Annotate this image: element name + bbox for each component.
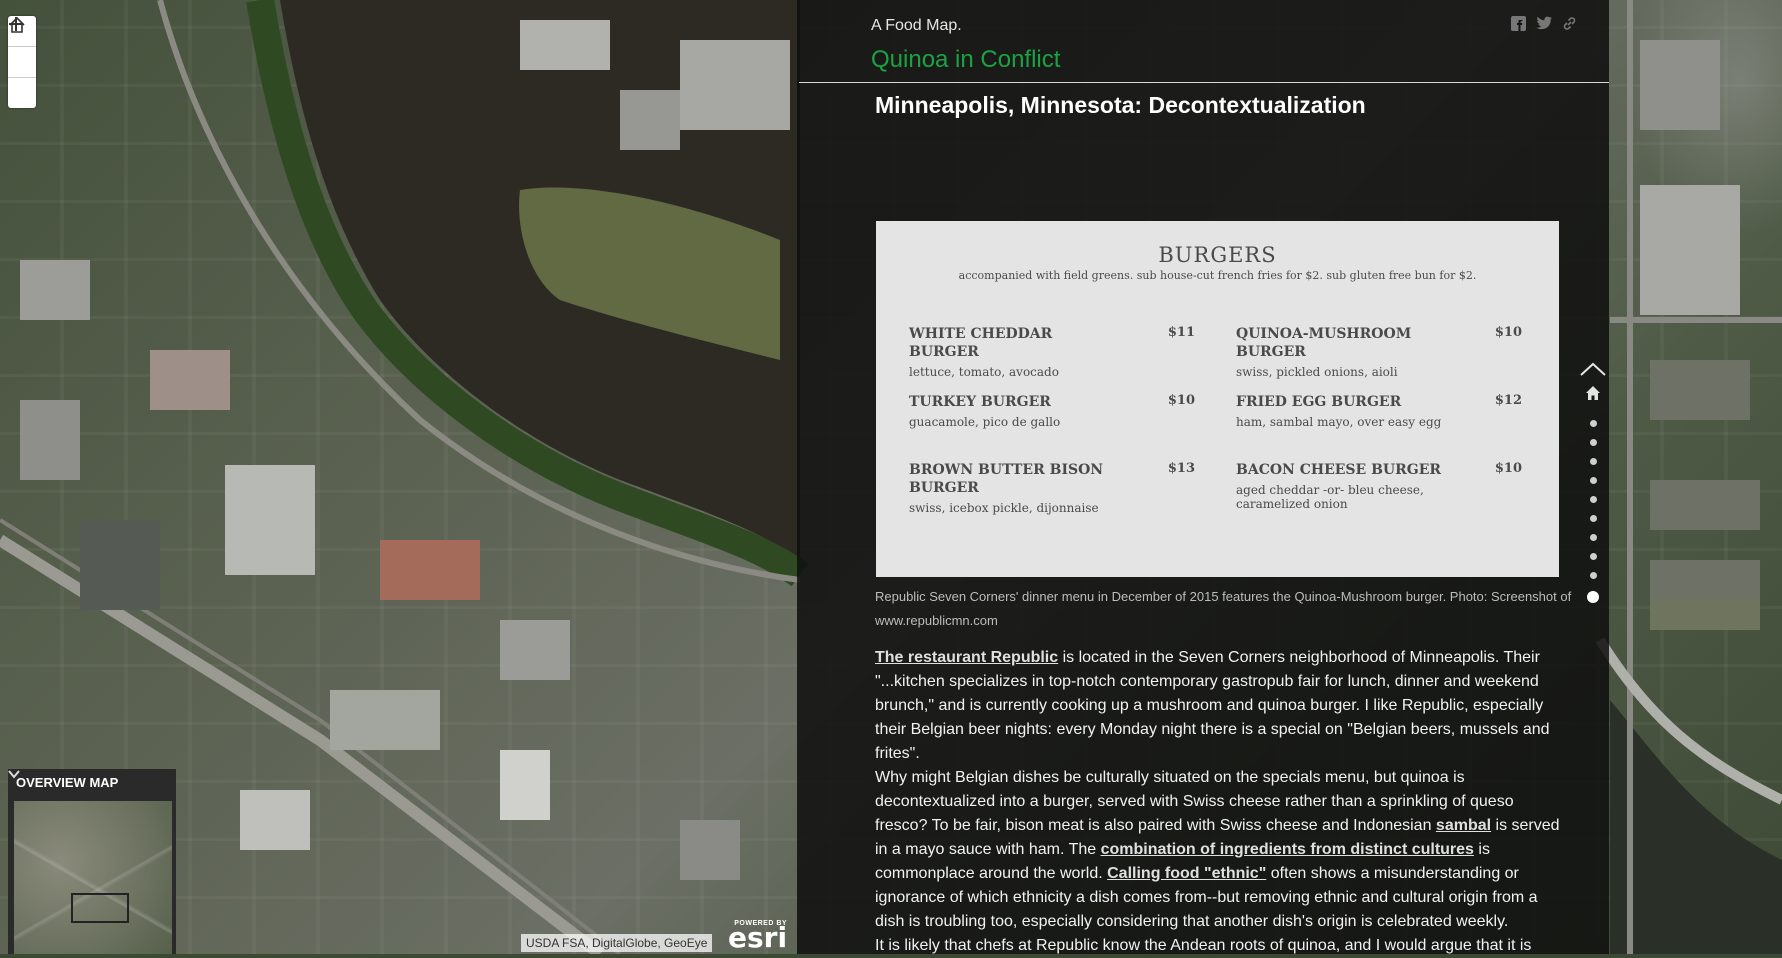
building <box>20 400 80 480</box>
story-body: The restaurant Republic is located in th… <box>875 646 1565 958</box>
section-dot[interactable] <box>1589 496 1597 503</box>
menu-item: TURKEY BURGER $10 guacamole, pico de gal… <box>909 393 1195 429</box>
menu-item: BACON CHEESE BURGER $10 aged cheddar -or… <box>1236 461 1522 511</box>
menu-item-price: $11 <box>1167 325 1195 340</box>
parking-lot <box>80 520 160 610</box>
section-dot[interactable] <box>1589 515 1597 522</box>
menu-item: WHITE CHEDDAR BURGER $11 lettuce, tomato… <box>909 325 1195 379</box>
building-east <box>1640 40 1720 130</box>
building <box>20 260 90 320</box>
esri-wordmark: esri <box>728 921 788 954</box>
menu-item: FRIED EGG BURGER $12 ham, sambal mayo, o… <box>1236 393 1522 429</box>
building-east <box>1640 185 1740 315</box>
menu-item-name: TURKEY BURGER <box>909 394 1051 410</box>
image-caption: Republic Seven Corners' dinner menu in D… <box>875 589 1572 628</box>
menu-item-desc: ham, sambal mayo, over easy egg <box>1236 415 1442 429</box>
chevron-down-icon <box>8 770 20 779</box>
menu-item-name: FRIED EGG BURGER <box>1236 394 1402 410</box>
story-navigation <box>1576 362 1610 609</box>
menu-item-price: $10 <box>1494 325 1522 340</box>
section-dot[interactable] <box>1589 534 1597 541</box>
menu-item-price: $12 <box>1494 393 1522 408</box>
header-divider <box>799 82 1609 83</box>
section-dot[interactable] <box>1589 439 1597 446</box>
story-title: Quinoa in Conflict <box>871 46 1061 73</box>
building-east <box>1650 480 1760 530</box>
section-dot[interactable] <box>1589 477 1597 484</box>
paragraph-1: The restaurant Republic is located in th… <box>875 646 1565 766</box>
minus-icon <box>9 23 23 25</box>
building-east <box>1650 600 1760 630</box>
menu-item-price: $10 <box>1167 393 1195 408</box>
menu-item-desc: lettuce, tomato, avocado <box>909 365 1059 379</box>
building <box>680 40 790 130</box>
menu-item-name: BACON CHEESE BURGER <box>1236 462 1442 478</box>
paragraph-2: Why might Belgian dishes be culturally s… <box>875 766 1565 934</box>
map-attribution: USDA FSA, DigitalGlobe, GeoEye <box>521 934 713 952</box>
previous-section-button[interactable] <box>1580 362 1606 381</box>
building <box>500 750 550 820</box>
overview-map-toggle[interactable]: OVERVIEW MAP <box>8 769 176 795</box>
building <box>380 540 480 600</box>
building <box>680 820 740 880</box>
menu-item: BROWN BUTTER BISON BURGER $13 swiss, ice… <box>909 461 1195 515</box>
section-dot[interactable] <box>1587 591 1599 603</box>
ethnic-food-link[interactable]: Calling food "ethnic" <box>1107 865 1266 882</box>
menu-item-desc: guacamole, pico de gallo <box>909 415 1061 429</box>
menu-item-name: QUINOA-MUSHROOM BURGER <box>1236 326 1412 360</box>
paragraph-2-text: Why might Belgian dishes be culturally s… <box>875 769 1514 834</box>
building-east <box>1650 360 1750 420</box>
combination-link[interactable]: combination of ingredients from distinct… <box>1101 841 1474 858</box>
building <box>225 465 315 575</box>
menu-item-price: $13 <box>1167 461 1195 476</box>
paragraph-3: It is likely that chefs at Republic know… <box>875 937 1532 954</box>
esri-logo[interactable]: POWERED BY esri <box>728 920 788 954</box>
section-dot[interactable] <box>1589 572 1597 579</box>
sambal-link[interactable]: sambal <box>1436 817 1491 834</box>
chevron-up-icon <box>1580 362 1606 376</box>
menu-image: BURGERS accompanied with field greens. s… <box>876 221 1559 577</box>
menu-item-desc: swiss, pickled onions, aioli <box>1236 365 1398 379</box>
section-dot[interactable] <box>1589 420 1597 427</box>
zoom-controls <box>8 16 36 108</box>
building <box>520 20 610 70</box>
building <box>500 620 570 680</box>
overview-map-panel: OVERVIEW MAP <box>8 769 176 954</box>
overview-map-label: OVERVIEW MAP <box>16 774 119 790</box>
menu-item: QUINOA-MUSHROOM BURGER $10 swiss, pickle… <box>1236 325 1522 379</box>
section-dot[interactable] <box>1589 553 1597 560</box>
river-east <box>1610 700 1782 954</box>
menu-item-desc: swiss, icebox pickle, dijonnaise <box>909 501 1099 515</box>
story-kicker: A Food Map. <box>871 17 962 34</box>
section-title: Minneapolis, Minnesota: Decontextualizat… <box>875 92 1366 118</box>
building-east <box>1650 560 1760 600</box>
overview-extent-box[interactable] <box>71 893 129 923</box>
menu-item-name: WHITE CHEDDAR BURGER <box>909 326 1053 360</box>
home-icon <box>1586 386 1600 400</box>
home-button[interactable] <box>8 16 36 78</box>
menu-item-price: $10 <box>1494 461 1522 476</box>
zoom-out-button[interactable] <box>8 23 36 108</box>
facebook-icon[interactable] <box>1511 16 1526 35</box>
building <box>150 350 230 410</box>
link-icon[interactable] <box>1562 16 1577 35</box>
section-dots <box>1587 414 1599 609</box>
menu-item-desc: aged cheddar -or- bleu cheese, carameliz… <box>1236 483 1424 511</box>
republic-link[interactable]: The restaurant Republic <box>875 649 1058 666</box>
menu-item-name: BROWN BUTTER BISON BURGER <box>909 462 1104 496</box>
story-panel: A Food Map. Quinoa in Conflict Minneapol… <box>797 0 1609 954</box>
building <box>240 790 310 850</box>
building <box>620 90 680 150</box>
building <box>330 690 440 750</box>
home-section-button[interactable] <box>1585 385 1601 406</box>
share-buttons <box>1511 16 1577 35</box>
menu-heading: BURGERS <box>1158 243 1277 267</box>
twitter-icon[interactable] <box>1536 16 1552 35</box>
overview-map[interactable] <box>14 801 172 954</box>
section-dot[interactable] <box>1589 458 1597 465</box>
menu-subheading: accompanied with field greens. sub house… <box>958 269 1477 282</box>
